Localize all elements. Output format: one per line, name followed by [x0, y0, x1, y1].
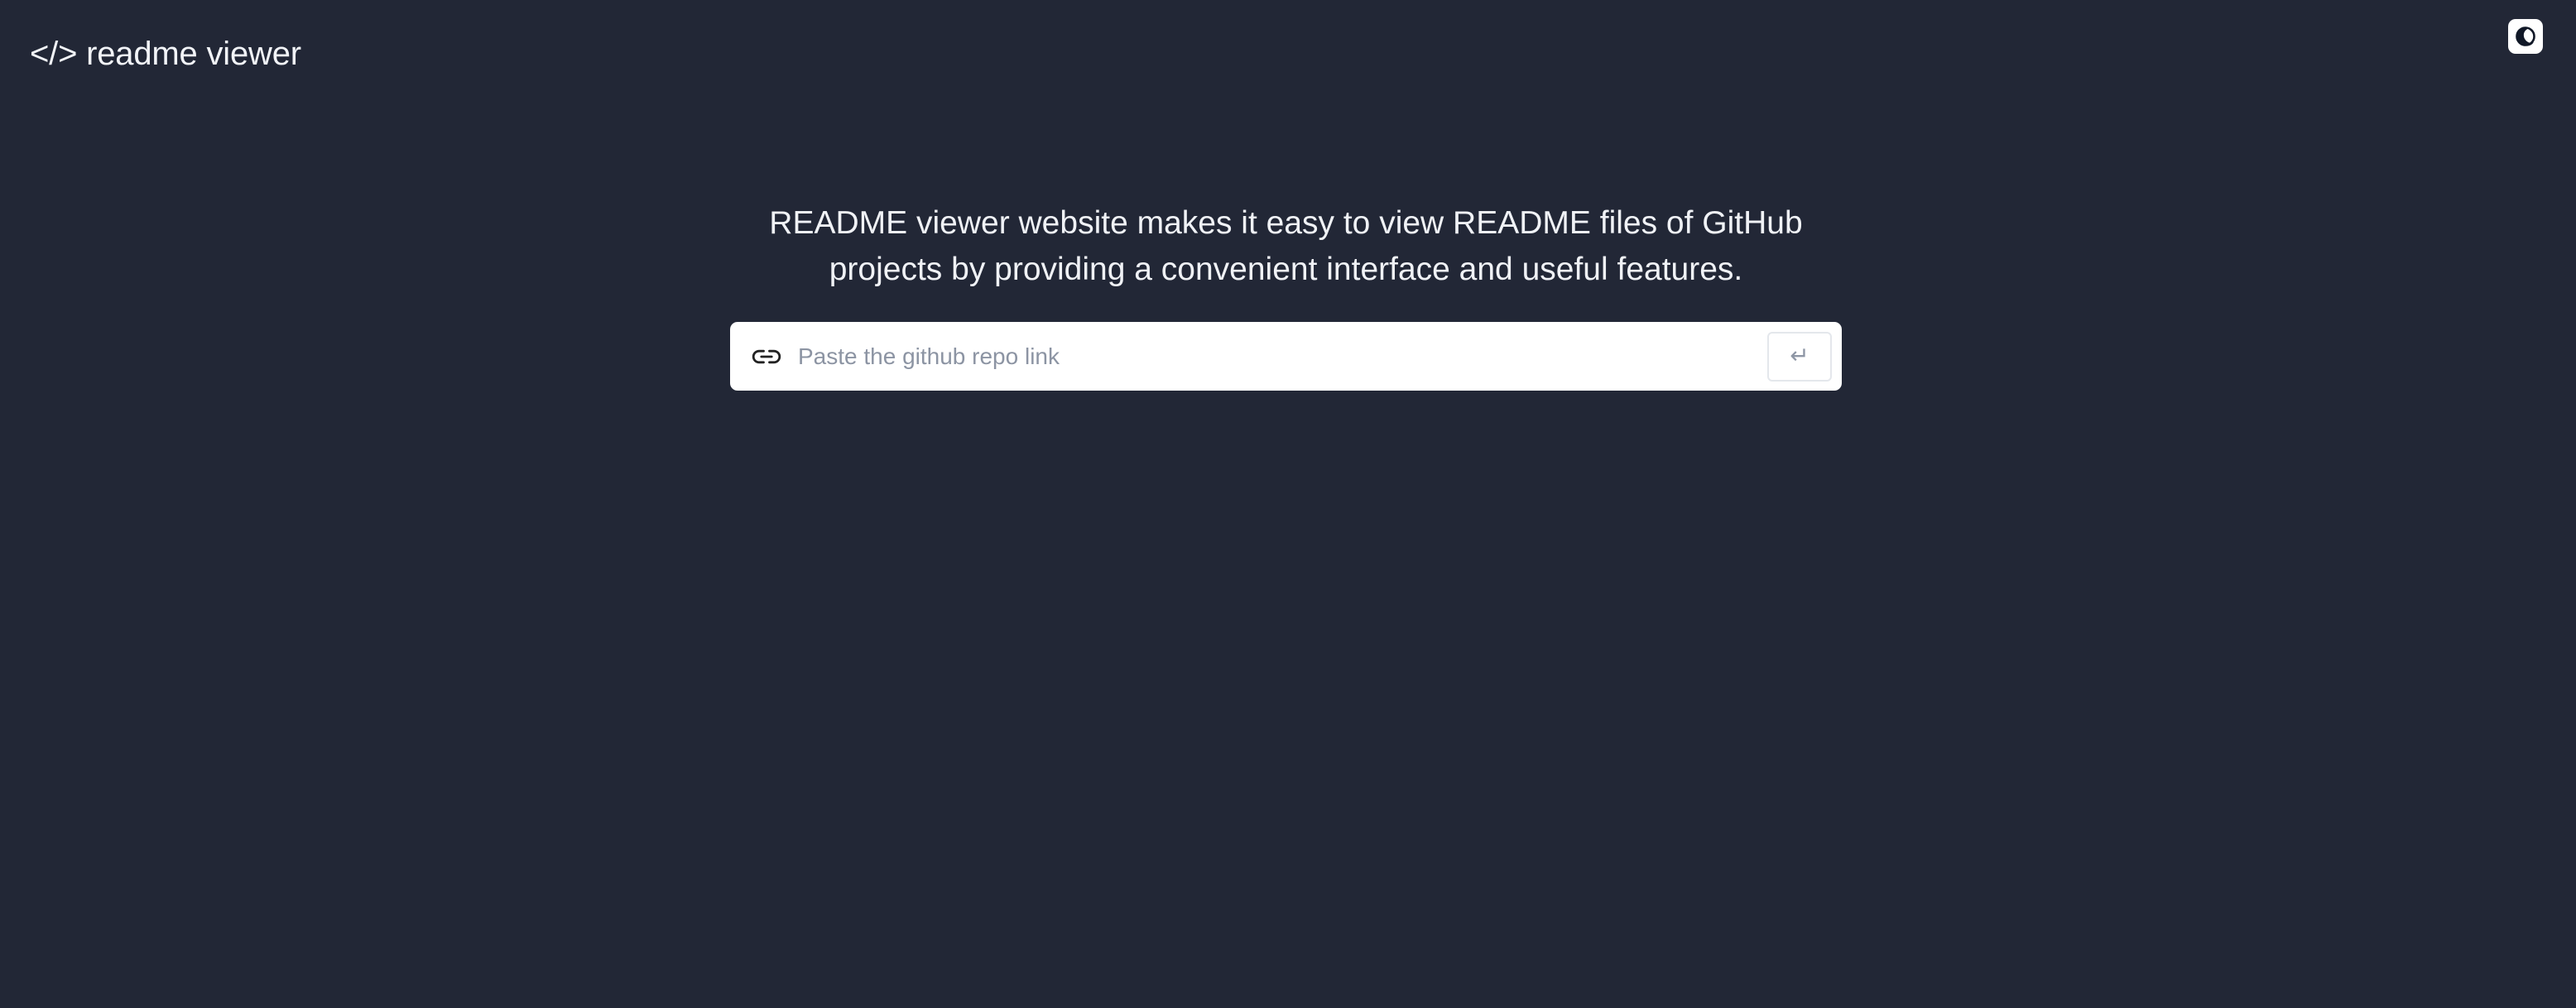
- submit-repo-button[interactable]: ↵: [1767, 331, 1832, 382]
- app-brand: </> readme viewer: [30, 36, 301, 72]
- repo-search-bar: ↵: [730, 322, 1842, 391]
- moon-icon: [2513, 24, 2538, 49]
- site-description: README viewer website makes it easy to v…: [769, 205, 1803, 287]
- theme-toggle-button[interactable]: [2508, 19, 2543, 54]
- enter-icon: ↵: [1790, 341, 1809, 369]
- repo-link-input[interactable]: [798, 333, 1757, 380]
- link-icon: [750, 340, 783, 373]
